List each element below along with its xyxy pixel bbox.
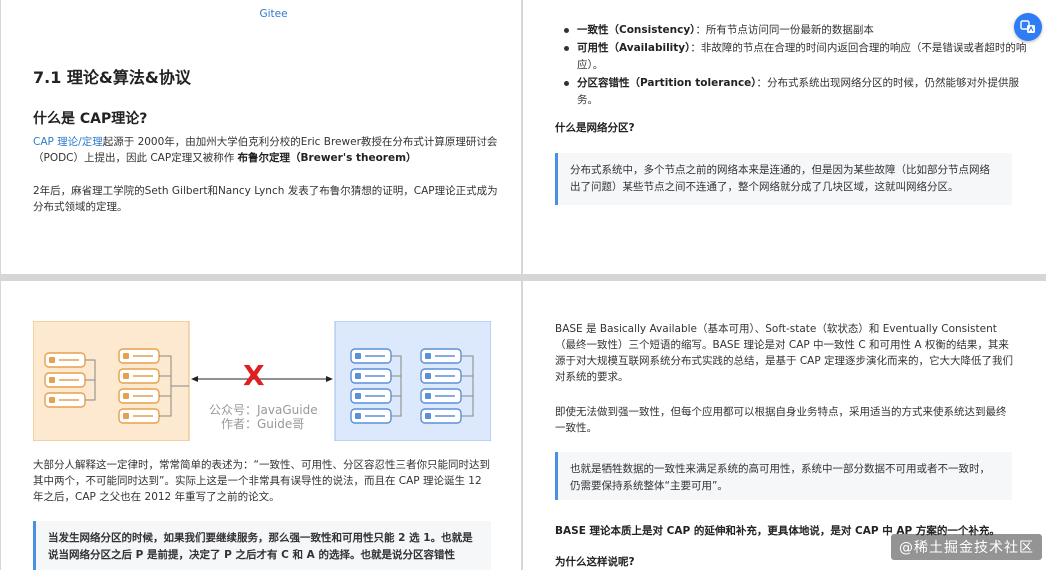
section-title: 7.1 理论&算法&协议	[33, 68, 191, 87]
eventual-consistency-paragraph: 即使无法做到强一致性，但每个应用都可以根据自身业务特点，采用适当的方式来使系统达…	[555, 406, 1007, 434]
cap-misconception-paragraph: 大部分人解释这一定律时，常常简单的表述为：“一致性、可用性、分区容忍性三者你只能…	[33, 459, 490, 503]
translate-icon	[1020, 20, 1035, 33]
cap-intro-paragraph: CAP 理论/定理起源于 2000年，由加州大学伯克利分校的Eric Brewe…	[33, 134, 498, 166]
page-4: BASE 是 Basically Available（基本可用）、Soft-st…	[523, 281, 1046, 570]
cap-partition-diagram: X 公众号：JavaGuide 作者：Guide哥	[32, 320, 492, 442]
diagram-watermark-1: 公众号：JavaGuide	[209, 403, 318, 417]
diagram-watermark-2: 作者：Guide哥	[221, 417, 305, 431]
cap-bullet-list: 一致性（Consistency）：所有节点访问同一份最新的数据副本 可用性（Av…	[555, 22, 1037, 110]
network-partition-quote: 分布式系统中，多个节点之前的网络本来是连通的，但是因为某些故障（比如部分节点网络…	[555, 153, 1012, 205]
cap-title: 什么是 CAP理论?	[33, 111, 148, 127]
cap-proof-paragraph: 2年后，麻省理工学院的Seth Gilbert和Nancy Lynch 发表了布…	[33, 185, 498, 213]
network-partition-question: 什么是网络分区?	[555, 122, 635, 134]
site-watermark: @稀土掘金技术社区	[891, 534, 1042, 560]
bullet-partition-tolerance: 分区容错性（Partition tolerance）：分布式系统出现网络分区的时…	[564, 75, 1037, 109]
clipped-line	[555, 0, 975, 4]
why-question: 为什么这样说呢?	[555, 556, 635, 568]
base-quote: 也就是牺牲数据的一致性来满足系统的高可用性，系统中一部分数据不可用或者不一致时，…	[555, 452, 1012, 500]
gitee-link[interactable]: Gitee	[1, 8, 521, 20]
cap-theory-link[interactable]: CAP 理论/定理	[33, 136, 103, 148]
partition-cross-mark: X	[243, 359, 265, 392]
bullet-consistency: 一致性（Consistency）：所有节点访问同一份最新的数据副本	[564, 22, 1037, 39]
page-2: 一致性（Consistency）：所有节点访问同一份最新的数据副本 可用性（Av…	[523, 0, 1046, 274]
translate-button[interactable]	[1014, 13, 1042, 41]
bullet-availability: 可用性（Availability）：非故障的节点在合理的时间内返回合理的响应（不…	[564, 40, 1037, 74]
brewer-theorem: 布鲁尔定理（Brewer's theorem）	[237, 152, 417, 164]
base-definition-paragraph: BASE 是 Basically Available（基本可用）、Soft-st…	[555, 323, 1014, 383]
page-1: Gitee 7.1 理论&算法&协议 什么是 CAP理论? CAP 理论/定理起…	[1, 0, 521, 274]
page-3: X 公众号：JavaGuide 作者：Guide哥 大部分人解释这一定律时，常常…	[1, 281, 521, 570]
partition-choice-quote: 当发生网络分区的时候，如果我们要继续服务，那么强一致性和可用性只能 2 选 1。…	[33, 521, 491, 570]
